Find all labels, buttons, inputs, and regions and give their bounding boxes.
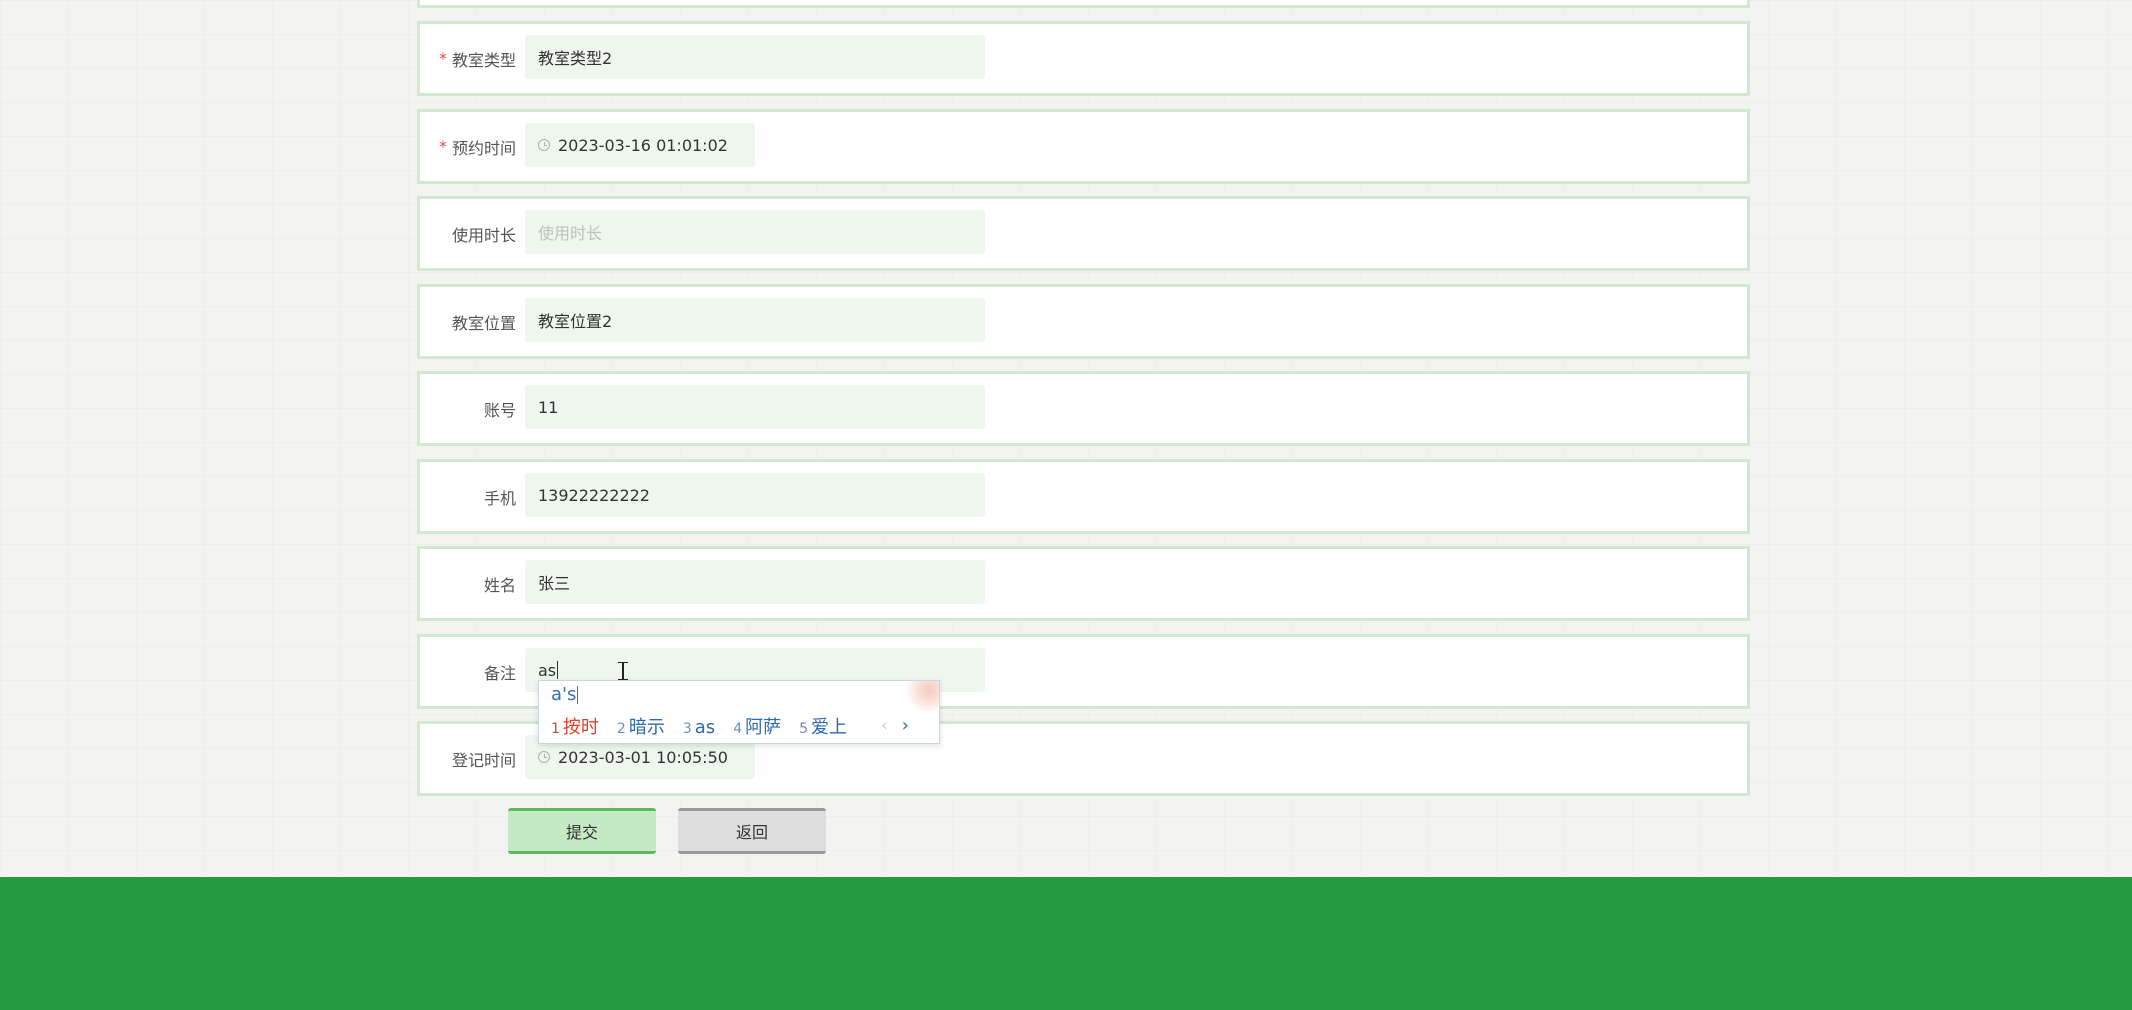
back-button[interactable]: 返回 — [678, 808, 826, 854]
ime-candidate[interactable]: 5 爱上 — [799, 713, 847, 739]
classroom-type-input[interactable]: 教室类型2 — [525, 35, 985, 79]
label-text: 登记时间 — [451, 750, 516, 770]
phone-input[interactable]: 13922222222 — [525, 473, 985, 517]
field-label: 姓名 — [484, 549, 516, 618]
required-mark: * — [438, 137, 447, 156]
form-row-duration: 使用时长 使用时长 — [417, 196, 1750, 271]
form-row-booking-time: * 预约时间 2023-03-16 01:01:02 — [417, 109, 1750, 184]
text-caret — [557, 661, 559, 679]
label-text: 账号 — [483, 400, 516, 420]
ime-candidate-window: a's 1 按时 2 暗示 3 as 4 阿萨 5 爱上 ‹ › — [538, 680, 940, 744]
form-row-account: 账号 11 — [417, 371, 1750, 446]
ime-candidate[interactable]: 4 阿萨 — [733, 713, 781, 739]
field-label: 手机 — [484, 462, 516, 531]
label-text: 教室位置 — [451, 313, 516, 333]
account-input[interactable]: 11 — [525, 385, 985, 429]
submit-button[interactable]: 提交 — [508, 808, 656, 854]
input-value: 13922222222 — [538, 485, 650, 505]
ime-next-page-icon[interactable]: › — [902, 715, 909, 736]
input-value: 教室类型2 — [538, 49, 613, 68]
clock-icon — [538, 139, 550, 151]
ime-candidate[interactable]: 1 按时 — [551, 713, 599, 739]
field-label: * 教室类型 — [439, 24, 516, 93]
label-text: 手机 — [483, 488, 516, 508]
ime-candidate-list: 1 按时 2 暗示 3 as 4 阿萨 5 爱上 — [551, 713, 865, 739]
ime-skin-decoration — [905, 681, 939, 711]
text-cursor-icon — [618, 662, 628, 680]
ime-candidate[interactable]: 2 暗示 — [617, 713, 665, 739]
form-row-cutoff — [417, 0, 1750, 8]
ime-prev-page-icon[interactable]: ‹ — [881, 715, 888, 736]
field-label: 备注 — [484, 637, 516, 706]
label-text: 教室类型 — [451, 50, 516, 70]
form-row-location: 教室位置 教室位置2 — [417, 284, 1750, 359]
input-value: as — [538, 660, 557, 680]
form-row-phone: 手机 13922222222 — [417, 459, 1750, 534]
input-value: 11 — [538, 397, 559, 417]
field-label: 使用时长 — [452, 199, 516, 268]
booking-time-picker[interactable]: 2023-03-16 01:01:02 — [525, 123, 755, 167]
label-text: 姓名 — [483, 575, 516, 595]
field-label: 登记时间 — [452, 724, 516, 793]
label-text: 预约时间 — [451, 138, 516, 158]
input-value: 2023-03-16 01:01:02 — [558, 135, 728, 155]
location-input[interactable]: 教室位置2 — [525, 298, 985, 342]
input-placeholder: 使用时长 — [538, 224, 603, 243]
duration-input[interactable]: 使用时长 — [525, 210, 985, 254]
input-value: 张三 — [538, 574, 571, 593]
label-text: 使用时长 — [451, 225, 516, 245]
form-row-classroom-type: * 教室类型 教室类型2 — [417, 21, 1750, 96]
required-mark: * — [438, 49, 447, 68]
field-label: 教室位置 — [452, 287, 516, 356]
ime-page-nav: ‹ › — [881, 715, 909, 736]
clock-icon — [538, 751, 550, 763]
name-input[interactable]: 张三 — [525, 560, 985, 604]
page: * 教室类型 教室类型2 * 预约时间 2023-03-16 01:01:02 … — [0, 0, 2132, 876]
ime-caret — [577, 686, 579, 704]
form-row-name: 姓名 张三 — [417, 546, 1750, 621]
field-label: * 预约时间 — [439, 112, 516, 181]
ime-candidate[interactable]: 3 as — [683, 717, 715, 738]
input-value: 2023-03-01 10:05:50 — [558, 747, 728, 767]
ime-composition-text: a's — [551, 684, 577, 705]
ime-composition: a's — [551, 684, 579, 705]
label-text: 备注 — [483, 663, 516, 683]
field-label: 账号 — [484, 374, 516, 443]
input-value: 教室位置2 — [538, 312, 613, 331]
page-footer — [0, 877, 2132, 1010]
